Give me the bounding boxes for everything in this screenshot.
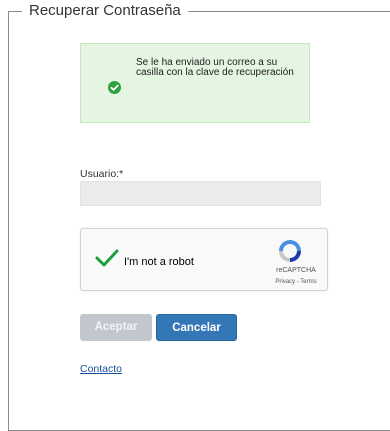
contact-link[interactable]: Contacto (80, 363, 122, 375)
username-input[interactable] (80, 181, 321, 206)
recaptcha-checkbox-label: I'm not a robot (124, 256, 194, 268)
fieldset-legend: Recuperar Contraseña (22, 2, 188, 20)
recaptcha-checkmark-icon[interactable] (95, 248, 119, 273)
recaptcha-privacy-terms[interactable]: Privacy - Terms (266, 279, 326, 285)
cancel-button[interactable]: Cancelar (156, 314, 237, 341)
recaptcha-logo-icon (277, 238, 303, 269)
accept-button[interactable]: Aceptar (80, 314, 152, 341)
alert-message: Se le ha enviado un correo a su casilla … (136, 57, 294, 78)
recaptcha-widget: I'm not a robot reCAPTCHA Privacy - Term… (80, 228, 328, 291)
recaptcha-brand: reCAPTCHA (276, 267, 316, 274)
check-circle-icon (108, 81, 121, 94)
success-alert: Se le ha enviado un correo a su casilla … (80, 43, 310, 123)
username-label: Usuario:* (80, 168, 124, 180)
